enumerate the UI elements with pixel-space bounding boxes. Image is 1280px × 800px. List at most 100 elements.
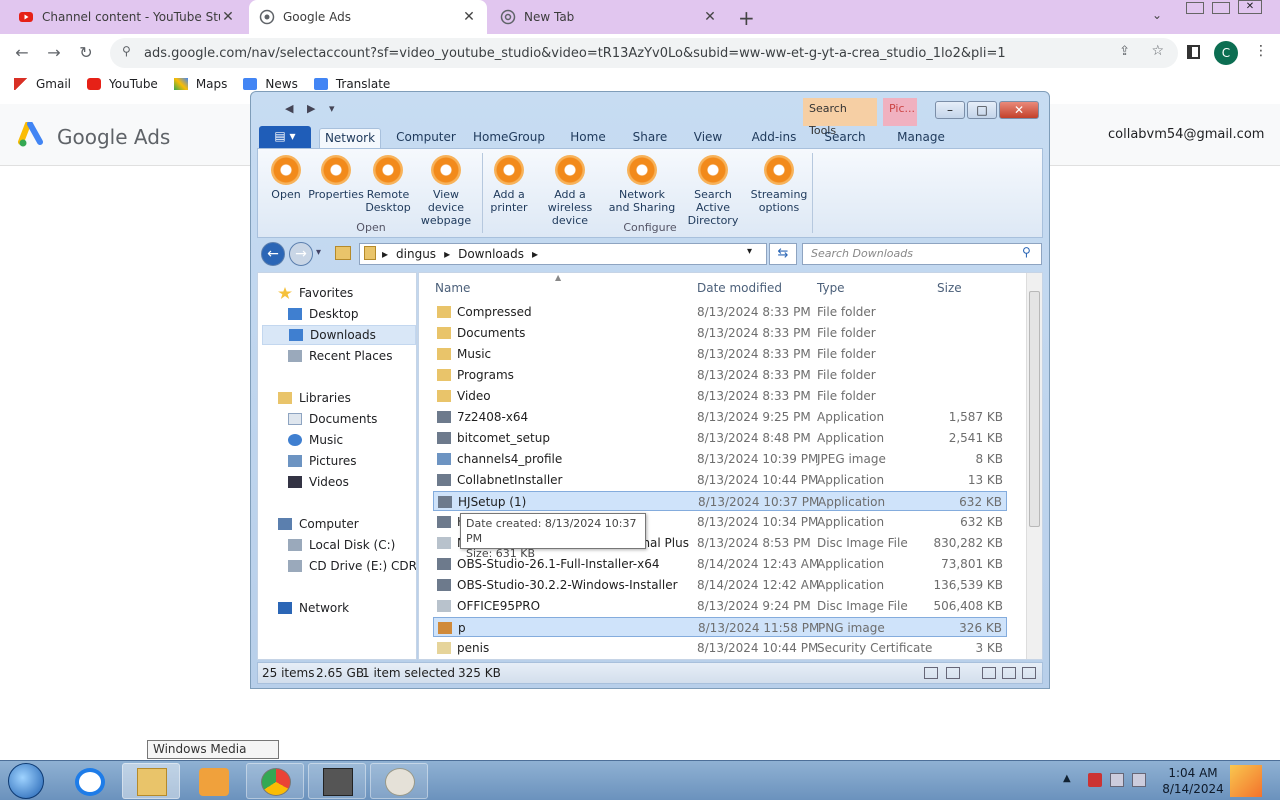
- nav-desktop[interactable]: Desktop: [288, 304, 359, 324]
- back-icon[interactable]: ←: [10, 42, 34, 64]
- network-tray-icon[interactable]: [1110, 773, 1124, 787]
- add-wireless-device-button[interactable]: Add a wireless device: [534, 153, 606, 227]
- menu-dots-icon[interactable]: ⋮: [1254, 43, 1268, 59]
- bookmark-star-icon[interactable]: ☆: [1151, 43, 1164, 59]
- tray-expand-icon[interactable]: ▲: [1063, 773, 1071, 784]
- close-tab-icon[interactable]: ✕: [220, 9, 236, 25]
- nav-local-disk[interactable]: Local Disk (C:): [288, 535, 395, 555]
- forward-icon[interactable]: →: [42, 42, 66, 64]
- close-button[interactable]: ✕: [999, 101, 1039, 119]
- context-tab-pictures[interactable]: Pic...: [883, 98, 917, 126]
- nav-network[interactable]: Network: [278, 598, 349, 618]
- forward-arrow-icon[interactable]: →: [289, 242, 313, 266]
- tab-view[interactable]: View: [683, 128, 733, 148]
- bookmark-news[interactable]: News: [243, 77, 298, 91]
- column-header-name[interactable]: Name: [435, 281, 470, 295]
- action-center-icon[interactable]: [1088, 773, 1102, 787]
- file-row[interactable]: OBS-Studio-30.2.2-Windows-Installer 8/14/…: [433, 575, 1007, 595]
- address-bar[interactable]: ⚲ ads.google.com/nav/selectaccount?sf=vi…: [110, 38, 1178, 68]
- scrollbar-thumb[interactable]: [1029, 291, 1040, 527]
- details-view-icon[interactable]: [924, 667, 938, 679]
- tab-homegroup[interactable]: HomeGroup: [471, 128, 547, 148]
- column-header-size[interactable]: Size: [937, 281, 962, 295]
- nav-recent-places[interactable]: Recent Places: [288, 346, 392, 366]
- tab-add-ins[interactable]: Add-ins: [741, 128, 807, 148]
- close-window-icon[interactable]: ✕: [1238, 0, 1262, 14]
- streaming-options-button[interactable]: Streaming options: [750, 153, 808, 214]
- minimize-window-icon[interactable]: [1186, 2, 1204, 14]
- nav-downloads[interactable]: Downloads: [262, 325, 416, 345]
- back-arrow-icon[interactable]: ←: [261, 242, 285, 266]
- open-button[interactable]: Open: [266, 153, 306, 201]
- bookmark-maps[interactable]: Maps: [173, 77, 227, 91]
- file-row[interactable]: penis 8/13/2024 10:44 PM Security Certific…: [433, 638, 1007, 658]
- nav-documents[interactable]: Documents: [288, 409, 377, 429]
- tab-youtube-studio[interactable]: Channel content - YouTube Stud ✕: [8, 0, 246, 34]
- file-row[interactable]: OFFICE95PRO 8/13/2024 9:24 PM Disc Image F…: [433, 596, 1007, 616]
- bookmark-youtube[interactable]: YouTube: [87, 77, 158, 91]
- tab-google-ads[interactable]: Google Ads ✕: [249, 0, 487, 34]
- address-dropdown-icon[interactable]: ▾: [747, 246, 752, 257]
- account-email[interactable]: collabvm54@gmail.com: [1108, 127, 1264, 142]
- taskbar-explorer[interactable]: [122, 763, 180, 799]
- nav-music[interactable]: Music: [288, 430, 343, 450]
- column-header-date[interactable]: Date modified: [697, 281, 782, 295]
- taskbar-clock[interactable]: 1:04 AM 8/14/2024: [1162, 765, 1224, 797]
- nav-favorites[interactable]: Favorites: [278, 283, 353, 303]
- refresh-icon[interactable]: ⇆: [769, 243, 797, 265]
- quick-access-toolbar[interactable]: ◀ ▶ ▾: [285, 102, 355, 118]
- recent-pages-dropdown-icon[interactable]: ▾: [316, 247, 321, 258]
- search-magnifier-icon[interactable]: ⚲: [1022, 245, 1031, 259]
- details-pane-icon[interactable]: [1002, 667, 1016, 679]
- properties-button[interactable]: Properties: [308, 153, 364, 201]
- nav-videos[interactable]: Videos: [288, 472, 349, 492]
- nav-computer[interactable]: Computer: [278, 514, 359, 534]
- qat-dropdown-icon[interactable]: ▾: [329, 102, 335, 115]
- file-row[interactable]: Programs 8/13/2024 8:33 PM File folder: [433, 365, 1007, 385]
- site-info-icon[interactable]: ⚲: [122, 44, 131, 58]
- volume-muted-icon[interactable]: [1132, 773, 1146, 787]
- search-input[interactable]: Search Downloads: [802, 243, 1042, 265]
- file-row[interactable]: p 8/13/2024 11:58 PM PNG image 326 KB: [433, 617, 1007, 637]
- tab-network[interactable]: Network: [319, 128, 381, 148]
- network-sharing-button[interactable]: Network and Sharing: [608, 153, 676, 214]
- nav-libraries[interactable]: Libraries: [278, 388, 351, 408]
- breadcrumb[interactable]: ▸ dingus ▸ Downloads ▸ ▾: [359, 243, 767, 265]
- share-icon[interactable]: ⇪: [1119, 44, 1130, 59]
- file-row[interactable]: Music 8/13/2024 8:33 PM File folder: [433, 344, 1007, 364]
- navigation-pane-icon[interactable]: [1022, 667, 1036, 679]
- file-row[interactable]: channels4_profile 8/13/2024 10:39 PM JPEG …: [433, 449, 1007, 469]
- search-active-directory-button[interactable]: Search Active Directory: [678, 153, 748, 227]
- nav-pictures[interactable]: Pictures: [288, 451, 357, 471]
- file-row[interactable]: HJSetup (1) 8/13/2024 10:37 PM Application…: [433, 491, 1007, 511]
- close-tab-icon[interactable]: ✕: [461, 9, 477, 25]
- qat-forward-icon[interactable]: ▶: [307, 102, 315, 115]
- maximize-button[interactable]: □: [967, 101, 997, 119]
- breadcrumb-downloads[interactable]: Downloads: [458, 247, 524, 261]
- start-button[interactable]: [8, 763, 44, 799]
- taskbar-paint[interactable]: [370, 763, 428, 799]
- taskbar-chrome[interactable]: [246, 763, 304, 799]
- file-row[interactable]: Video 8/13/2024 8:33 PM File folder: [433, 386, 1007, 406]
- new-tab-icon[interactable]: +: [738, 6, 755, 30]
- profile-avatar[interactable]: C: [1214, 41, 1238, 65]
- tab-manage[interactable]: Manage: [889, 128, 953, 148]
- tab-home[interactable]: Home: [559, 128, 617, 148]
- tab-search[interactable]: Search: [815, 128, 875, 148]
- context-tab-search-tools[interactable]: Search Tools: [803, 98, 877, 137]
- tab-share[interactable]: Share: [623, 128, 677, 148]
- preview-pane-icon[interactable]: [982, 667, 996, 679]
- close-tab-icon[interactable]: ✕: [702, 9, 718, 25]
- taskbar-media-player[interactable]: [184, 763, 242, 799]
- tiles-view-icon[interactable]: [946, 667, 960, 679]
- reload-icon[interactable]: ↻: [74, 42, 98, 64]
- side-panel-icon[interactable]: [1187, 45, 1200, 59]
- bookmark-gmail[interactable]: Gmail: [14, 77, 71, 91]
- file-row[interactable]: CollabnetInstaller 8/13/2024 10:44 PM Appl…: [433, 470, 1007, 490]
- add-printer-button[interactable]: Add a printer: [486, 153, 532, 214]
- qat-back-icon[interactable]: ◀: [285, 102, 293, 115]
- up-folder-icon[interactable]: [335, 246, 351, 260]
- nav-cd-drive[interactable]: CD Drive (E:) CDROM: [288, 556, 416, 576]
- minimize-button[interactable]: –: [935, 101, 965, 119]
- bookmark-translate[interactable]: Translate: [313, 77, 390, 91]
